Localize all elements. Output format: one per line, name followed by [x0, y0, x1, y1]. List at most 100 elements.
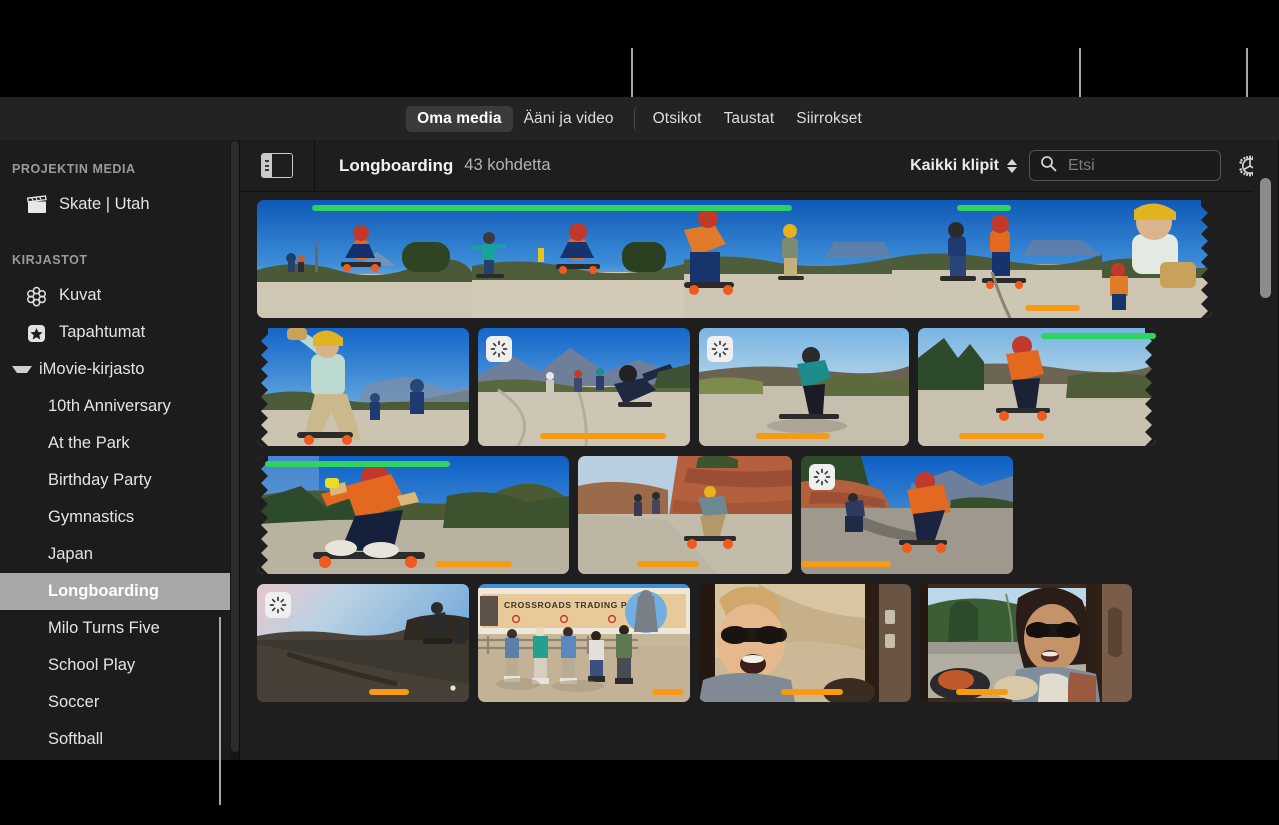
search-field[interactable] [1029, 150, 1221, 181]
browser-toolbar: Longboarding 43 kohdetta Kaikki klipit [240, 140, 1279, 192]
search-icon [1040, 155, 1057, 177]
sidebar-item-label: iMovie-kirjasto [39, 360, 145, 378]
filmstrip-clip-skate-run[interactable] [257, 200, 1212, 318]
tab-otsikot[interactable]: Otsikot [633, 105, 713, 132]
search-input[interactable] [1066, 155, 1188, 176]
media-row: CROSSROADS TRADING POST CROSSROADS TRADI… [257, 584, 1267, 702]
clip-range-bar-green [265, 461, 450, 467]
sidebar-item-label: Longboarding [48, 582, 159, 600]
toolbar-divider [314, 140, 315, 191]
clip-range-bar-green [957, 205, 1011, 211]
sidebar-item-label: Soccer [48, 693, 100, 711]
media-grid: CROSSROADS TRADING POST CROSSROADS TRADI… [257, 200, 1267, 712]
clip-progress-bar-orange [756, 433, 830, 439]
filmstrip-frame[interactable] [472, 200, 684, 318]
tab-oma-media[interactable]: Oma media [406, 105, 513, 132]
clip-progress-bar-orange [956, 689, 1008, 695]
sidebar-item-tapahtumat[interactable]: Tapahtumat [0, 314, 240, 351]
sidebar-item-at-the-park[interactable]: At the Park [0, 425, 240, 462]
torn-edge-left-icon [257, 328, 268, 446]
tab-aani-ja-video[interactable]: Ääni ja video [513, 106, 625, 132]
sidebar-item-kuvat[interactable]: Kuvat [0, 277, 240, 314]
torn-edge-right-icon [1201, 200, 1212, 318]
media-scrollbar-track[interactable] [1253, 140, 1279, 760]
sidebar-item-label: School Play [48, 656, 136, 674]
clip-man-laughing-in-van[interactable] [699, 584, 911, 702]
torn-edge-right-icon [1145, 328, 1156, 446]
loading-spinner-icon [265, 592, 291, 618]
clip-progress-bar-orange [652, 689, 684, 695]
media-grid-scroll[interactable]: CROSSROADS TRADING POST CROSSROADS TRADI… [240, 192, 1279, 760]
sidebar-item-label: Milo Turns Five [48, 619, 160, 637]
sidebar-item-gymnastics[interactable]: Gymnastics [0, 499, 240, 536]
clip-range-bar-green [312, 205, 792, 211]
sidebar-section-header-project-media: PROJEKTIN MEDIA [12, 162, 136, 176]
sidebar-item-label: Japan [48, 545, 93, 563]
clip-progress-bar-orange [369, 689, 409, 695]
item-count-label: 43 kohdetta [464, 156, 551, 174]
main-split: PROJEKTIN MEDIA Skate | Utah KIRJASTOT K… [0, 140, 1279, 760]
imovie-window: Oma media Ääni ja video Otsikot Taustat … [0, 97, 1279, 760]
clip-woman-sunglasses-in-van[interactable] [920, 584, 1132, 702]
clip-skater-stretch-yellow-helmet[interactable] [257, 328, 469, 446]
clip-progress-bar-orange [781, 689, 843, 695]
tab-siirrokset[interactable]: Siirrokset [785, 106, 873, 132]
sidebar-item-label: Tapahtumat [59, 323, 146, 341]
sidebar-scrollbar-thumb[interactable] [231, 141, 239, 752]
loading-spinner-icon [707, 336, 733, 362]
clip-progress-bar-orange [959, 433, 1044, 439]
clip-group-at-crossroads-trading-post[interactable]: CROSSROADS TRADING POST CROSSROADS TRADI… [478, 584, 690, 702]
clip-filter-popup[interactable]: Kaikki klipit [910, 157, 1017, 175]
loading-spinner-icon [809, 464, 835, 490]
clip-skater-red-rock-canyon[interactable] [578, 456, 792, 574]
sidebar-item-soccer[interactable]: Soccer [0, 684, 240, 721]
sidebar-item-label: Gymnastics [48, 508, 135, 526]
sidebar-item-softball[interactable]: Softball [0, 721, 240, 758]
libraries-sidebar: PROJEKTIN MEDIA Skate | Utah KIRJASTOT K… [0, 140, 240, 760]
sidebar-item-birthday-party[interactable]: Birthday Party [0, 462, 240, 499]
tab-list: Oma media Ääni ja video Otsikot Taustat … [406, 105, 873, 132]
clip-range-bar-green [1041, 333, 1156, 339]
media-browser: Longboarding 43 kohdetta Kaikki klipit E… [240, 140, 1279, 760]
sidebar-item-milo-turns-five[interactable]: Milo Turns Five [0, 610, 240, 647]
disclosure-triangle-icon[interactable] [12, 366, 32, 373]
stepper-updown-icon[interactable] [1007, 158, 1017, 173]
clip-skaters-sunset-road[interactable] [257, 584, 469, 702]
clip-filter-label: Kaikki klipit [910, 156, 999, 174]
clip-skater-red-helmet-hillside[interactable] [918, 328, 1156, 446]
sidebar-item-school-play[interactable]: School Play [0, 647, 240, 684]
media-tab-bar: Oma media Ääni ja video Otsikot Taustat … [0, 97, 1279, 141]
media-row [257, 200, 1267, 318]
filmstrip-frame[interactable] [684, 200, 892, 318]
photos-flower-icon [26, 286, 48, 307]
sidebar-item-label: At the Park [48, 434, 130, 452]
sidebar-item-label: Birthday Party [48, 471, 152, 489]
clip-skater-orange-shirt-carving[interactable] [257, 456, 569, 574]
sidebar-item-label: Kuvat [59, 286, 102, 304]
clip-progress-bar-orange [540, 433, 666, 439]
tab-taustat[interactable]: Taustat [713, 106, 786, 132]
filmstrip-frame[interactable] [257, 200, 472, 318]
sidebar-item-label: Softball [48, 730, 104, 748]
clip-progress-bar-orange [637, 561, 699, 567]
media-scrollbar-thumb[interactable] [1260, 178, 1271, 298]
sidebar-section-header-libraries: KIRJASTOT [12, 253, 88, 267]
loading-spinner-icon [486, 336, 512, 362]
clip-skater-red-helmet-red-rocks[interactable] [801, 456, 1013, 574]
media-row [257, 456, 1267, 574]
sidebar-item-10th-anniversary[interactable]: 10th Anniversary [0, 388, 240, 425]
filmstrip-frame[interactable] [892, 200, 1102, 318]
sidebar-item-longboarding[interactable]: Longboarding [0, 573, 238, 610]
clip-skater-teal-shirt-vista[interactable] [699, 328, 909, 446]
page-title: Longboarding [339, 155, 454, 175]
sidebar-item-skate-utah[interactable]: Skate | Utah [0, 186, 240, 223]
sidebar-item-japan[interactable]: Japan [0, 536, 240, 573]
clip-skaters-mountain-backdrop[interactable] [478, 328, 690, 446]
callout-line-selected-event-vertical [219, 617, 221, 805]
torn-edge-left-icon [257, 456, 268, 574]
sidebar-item-imovie-library[interactable]: iMovie-kirjasto [0, 351, 240, 388]
clip-progress-bar-orange [1025, 305, 1080, 311]
sidebar-toggle-icon[interactable] [261, 153, 293, 178]
media-row [257, 328, 1267, 446]
filmstrip-frame[interactable] [1102, 200, 1212, 318]
